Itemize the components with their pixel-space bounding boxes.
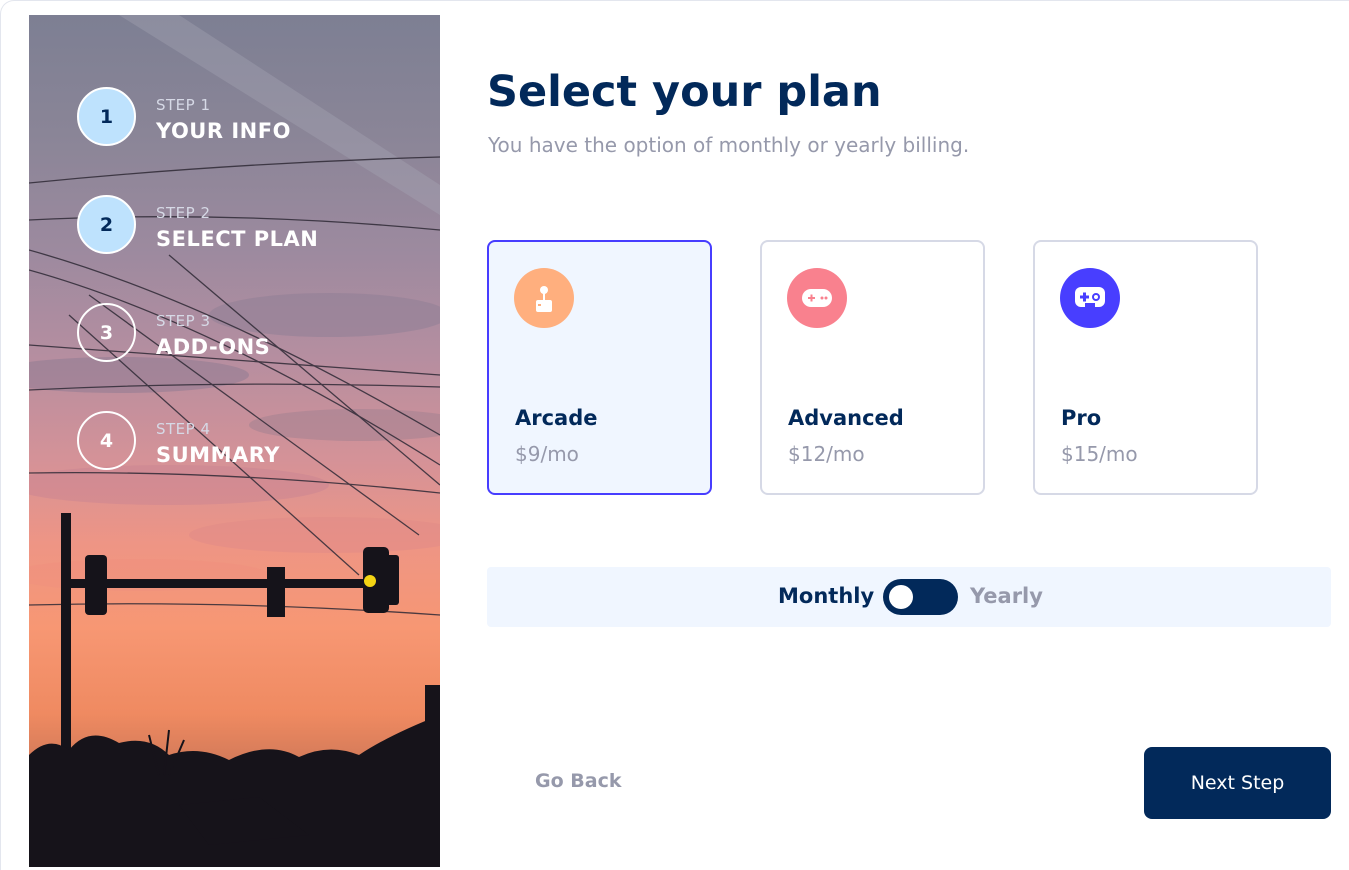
controller-icon [1060, 268, 1120, 328]
yearly-label[interactable]: Yearly [970, 584, 1043, 608]
step-title: SELECT PLAN [156, 227, 319, 251]
step-number-badge: 2 [77, 195, 136, 254]
next-step-button[interactable]: Next Step [1144, 747, 1331, 819]
billing-toggle-switch[interactable] [883, 579, 958, 615]
go-back-button[interactable]: Go Back [535, 770, 621, 792]
step-number-badge: 4 [77, 411, 136, 470]
step-label: STEP 1 [156, 96, 211, 114]
page-subtitle: You have the option of monthly or yearly… [488, 133, 970, 157]
step-title: YOUR INFO [156, 119, 291, 143]
page-title: Select your plan [487, 67, 882, 117]
form-window: 1 STEP 1 YOUR INFO 2 STEP 2 SELECT PLAN … [0, 0, 1349, 870]
plan-price: $9/mo [515, 442, 579, 466]
step-label: STEP 4 [156, 420, 211, 438]
plan-card-pro[interactable]: Pro $15/mo [1033, 240, 1258, 495]
arcade-joystick-icon [514, 268, 574, 328]
sidebar-step-4[interactable]: 4 STEP 4 SUMMARY [77, 410, 417, 472]
plan-name: Pro [1061, 406, 1102, 430]
toggle-knob [889, 585, 913, 609]
step-number-badge: 1 [77, 87, 136, 146]
sidebar-step-3[interactable]: 3 STEP 3 ADD-ONS [77, 302, 417, 364]
plan-card-arcade[interactable]: Arcade $9/mo [487, 240, 712, 495]
plan-name: Arcade [515, 406, 598, 430]
plan-card-advanced[interactable]: Advanced $12/mo [760, 240, 985, 495]
plan-price: $12/mo [788, 442, 865, 466]
billing-period-toggle-bar: Monthly Yearly [487, 567, 1331, 627]
plan-price: $15/mo [1061, 442, 1138, 466]
step-number-badge: 3 [77, 303, 136, 362]
gamepad-icon [787, 268, 847, 328]
monthly-label[interactable]: Monthly [778, 584, 874, 608]
plan-name: Advanced [788, 406, 904, 430]
step-label: STEP 2 [156, 204, 211, 222]
sidebar: 1 STEP 1 YOUR INFO 2 STEP 2 SELECT PLAN … [29, 15, 440, 867]
step-title: SUMMARY [156, 443, 280, 467]
sidebar-step-1[interactable]: 1 STEP 1 YOUR INFO [77, 86, 417, 148]
sidebar-step-2[interactable]: 2 STEP 2 SELECT PLAN [77, 194, 417, 256]
step-title: ADD-ONS [156, 335, 271, 359]
step-label: STEP 3 [156, 312, 211, 330]
